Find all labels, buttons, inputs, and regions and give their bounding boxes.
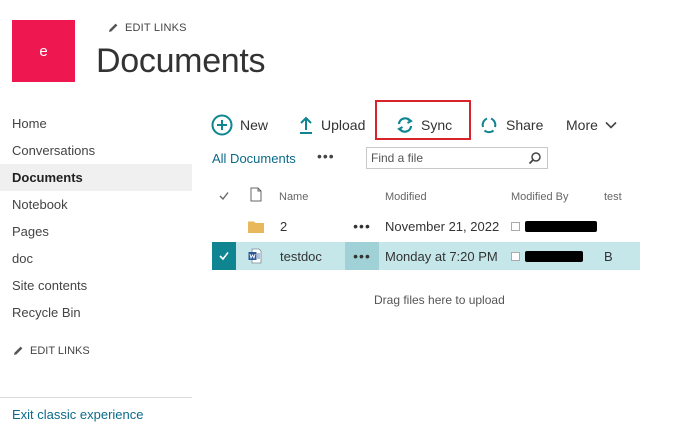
- edit-links-nav[interactable]: EDIT LINKS: [12, 345, 90, 357]
- nav-item-documents[interactable]: Documents: [0, 164, 192, 191]
- file-type-icon: [250, 187, 262, 202]
- plus-circle-icon: [211, 114, 233, 136]
- share-label: Share: [506, 117, 544, 133]
- edit-links-label: EDIT LINKS: [125, 22, 187, 34]
- share-button[interactable]: Share: [479, 112, 543, 138]
- share-icon: [481, 117, 497, 134]
- search-icon[interactable]: [528, 151, 542, 165]
- column-modified-by[interactable]: Modified By: [511, 191, 568, 203]
- nav-item-notebook[interactable]: Notebook: [0, 191, 192, 218]
- drag-drop-hint: Drag files here to upload: [374, 293, 505, 307]
- nav-divider: [0, 397, 192, 398]
- sync-icon: [397, 117, 413, 133]
- column-test[interactable]: test: [604, 191, 622, 203]
- find-file-search: [366, 147, 548, 169]
- select-all-check-icon[interactable]: [218, 190, 230, 202]
- table-row[interactable]: 2 ••• November 21, 2022: [212, 212, 640, 240]
- page-title: Documents: [96, 42, 266, 80]
- upload-label: Upload: [321, 117, 366, 133]
- table-header: Name Modified Modified By test: [212, 187, 640, 207]
- check-icon: [219, 252, 229, 261]
- sync-label: Sync: [421, 117, 453, 133]
- view-options-ellipsis[interactable]: •••: [317, 148, 335, 164]
- nav-item-recycle-bin[interactable]: Recycle Bin: [0, 299, 192, 326]
- site-logo[interactable]: e: [12, 20, 75, 82]
- item-modified-by[interactable]: [511, 212, 597, 240]
- new-label: New: [240, 117, 269, 133]
- item-modified: Monday at 7:20 PM: [385, 248, 498, 264]
- sync-button[interactable]: Sync: [396, 112, 452, 138]
- upload-button[interactable]: Upload: [298, 112, 365, 138]
- view-all-documents[interactable]: All Documents: [212, 151, 296, 166]
- site-logo-letter: e: [39, 42, 48, 60]
- nav-item-home[interactable]: Home: [0, 110, 192, 137]
- new-button[interactable]: New: [211, 112, 268, 138]
- column-name[interactable]: Name: [279, 191, 308, 203]
- nav-item-conversations[interactable]: Conversations: [0, 137, 192, 164]
- edit-links-top[interactable]: EDIT LINKS: [107, 22, 187, 34]
- left-nav: Home Conversations Documents Notebook Pa…: [0, 110, 192, 326]
- item-modified: November 21, 2022: [385, 218, 500, 234]
- item-name[interactable]: testdoc: [280, 242, 322, 270]
- item-test: B: [604, 248, 613, 264]
- nav-item-doc[interactable]: doc: [0, 245, 192, 272]
- word-document-icon: [248, 242, 262, 270]
- nav-item-pages[interactable]: Pages: [0, 218, 192, 245]
- table-row[interactable]: testdoc ••• Monday at 7:20 PM B: [212, 242, 640, 270]
- edit-links-label: EDIT LINKS: [30, 345, 90, 357]
- column-modified[interactable]: Modified: [385, 191, 427, 203]
- folder-icon: [248, 212, 264, 240]
- item-ellipsis[interactable]: •••: [345, 242, 379, 270]
- more-label: More: [566, 117, 598, 133]
- redacted-user-name: [525, 220, 597, 232]
- pencil-icon: [109, 23, 118, 32]
- presence-indicator: [511, 251, 520, 261]
- item-modified-by[interactable]: [511, 242, 583, 270]
- redacted-user-name: [525, 250, 583, 262]
- pencil-icon: [14, 346, 23, 355]
- upload-arrow-icon: [300, 116, 312, 134]
- nav-item-site-contents[interactable]: Site contents: [0, 272, 192, 299]
- exit-classic-link[interactable]: Exit classic experience: [12, 407, 144, 422]
- find-file-input[interactable]: [367, 148, 521, 168]
- item-ellipsis[interactable]: •••: [345, 212, 379, 240]
- row-selected-check[interactable]: [212, 242, 236, 270]
- more-button[interactable]: More: [566, 112, 617, 138]
- item-name[interactable]: 2: [280, 212, 287, 240]
- chevron-down-icon: [605, 121, 617, 129]
- presence-indicator: [511, 221, 520, 231]
